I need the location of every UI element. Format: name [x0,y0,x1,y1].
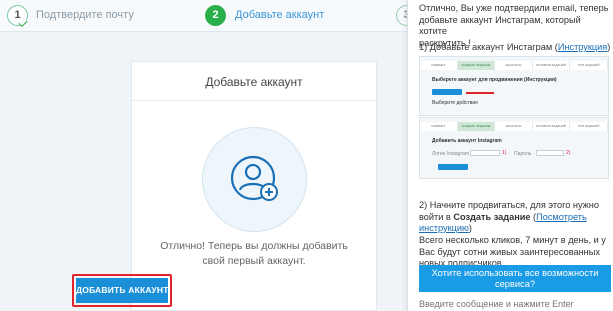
avatar-placeholder [202,127,307,232]
card-title: Добавьте аккаунт [205,75,303,89]
tutorial-input [470,150,500,156]
tutorial-heading: Выберете аккаунт для продвижения (Инстру… [432,77,557,83]
tutorial-tab: ИСТОРИЯ ЗАДАНИЙ [532,61,571,70]
tutorial-tab: АККАУНТЫ [495,61,533,70]
tutorial-button [438,164,468,170]
step-1-label: Подтвердите почту [36,9,134,21]
chat-step-2: 2) Начните продвигаться, для этого нужно… [419,200,609,235]
step-2-label: Добавьте аккаунт [235,9,325,21]
upgrade-cta-button[interactable]: Хотите использовать все возможности серв… [419,265,611,292]
tutorial-sub: Выберите действие [432,100,479,106]
tutorial-tab: ТОП ЗАДАНИЙ [570,122,608,131]
divider [132,100,376,101]
chat-message-input[interactable] [419,297,609,311]
tutorial-marker: 2) [566,150,571,156]
cta-line: сервиса? [494,279,536,289]
tutorial-screenshot-2[interactable]: КАБИНЕТ СОЗДАТЬ ЗАДАНИЕ АККАУНТЫ ИСТОРИЯ… [419,117,609,179]
cta-line: Хотите использовать все возможности [431,268,599,278]
step1-suffix: ) [607,42,611,52]
tutorial-tabs: КАБИНЕТ СОЗДАТЬ ЗАДАНИЕ АККАУНТЫ ИСТОРИЯ… [420,61,608,70]
tutorial-input [536,150,564,156]
arrow-icon [466,92,494,94]
tutorial-tab: КАБИНЕТ [420,61,458,70]
card-message: Отлично! Теперь вы должны добавить свой … [132,239,376,269]
tutorial-button [432,89,462,95]
chat-panel: Отлично, Вы уже подтвердили email, тепер… [407,0,613,311]
create-task-label: Создать задание [453,211,531,222]
step-2-indicator: 2 [205,5,226,26]
chat-intro-line: Отлично, Вы уже подтвердили email, тепер… [419,3,609,13]
tutorial-tab: ИСТОРИЯ ЗАДАНИЙ [532,122,571,131]
highlight-frame: ДОБАВИТЬ АККАУНТ [72,274,172,307]
card-message-line: свой первый аккаунт. [202,255,306,267]
card-message-line: Отлично! Теперь вы должны добавить [160,240,348,252]
tutorial-tab: АККАУНТЫ [495,122,533,131]
add-account-button[interactable]: ДОБАВИТЬ АККАУНТ [76,278,168,303]
tutorial-tab: ТОП ЗАДАНИЙ [570,61,608,70]
tutorial-marker: 1) [502,150,507,156]
tutorial-tabs: КАБИНЕТ СОЗДАТЬ ЗАДАНИЕ АККАУНТЫ ИСТОРИЯ… [420,122,608,131]
tutorial-heading: Добавить аккаунт Instagram [432,138,502,144]
tutorial-tab: СОЗДАТЬ ЗАДАНИЕ [457,61,496,70]
step1-prefix: 1) Добавьте аккаунт Инстаграм ( [419,42,558,52]
chat-step-3-line: Вас будут сотни живых заинтересованных [419,246,600,257]
tutorial-field-label: Логин Instagram [432,151,470,157]
tutorial-screenshot-1[interactable]: КАБИНЕТ СОЗДАТЬ ЗАДАНИЕ АККАУНТЫ ИСТОРИЯ… [419,56,609,116]
chat-step-1: 1) Добавьте аккаунт Инстаграм (Инструкци… [419,42,611,54]
chat-step-3-line: Всего несколько кликов, 7 минут в день, … [419,235,606,245]
step2-prefix: войти в [419,211,454,222]
tutorial-field-label: Пароль [514,151,532,157]
chat-step-2-line: 2) Начните продвигаться, для этого нужно [419,200,599,210]
chat-intro-line: добавьте аккаунт Инстаграм, который хоти… [419,14,581,37]
tutorial-tab: КАБИНЕТ [420,122,458,131]
user-add-icon [230,155,278,201]
instruction-link[interactable]: Инструкция [558,42,607,52]
tutorial-tab: СОЗДАТЬ ЗАДАНИЕ [457,122,496,131]
